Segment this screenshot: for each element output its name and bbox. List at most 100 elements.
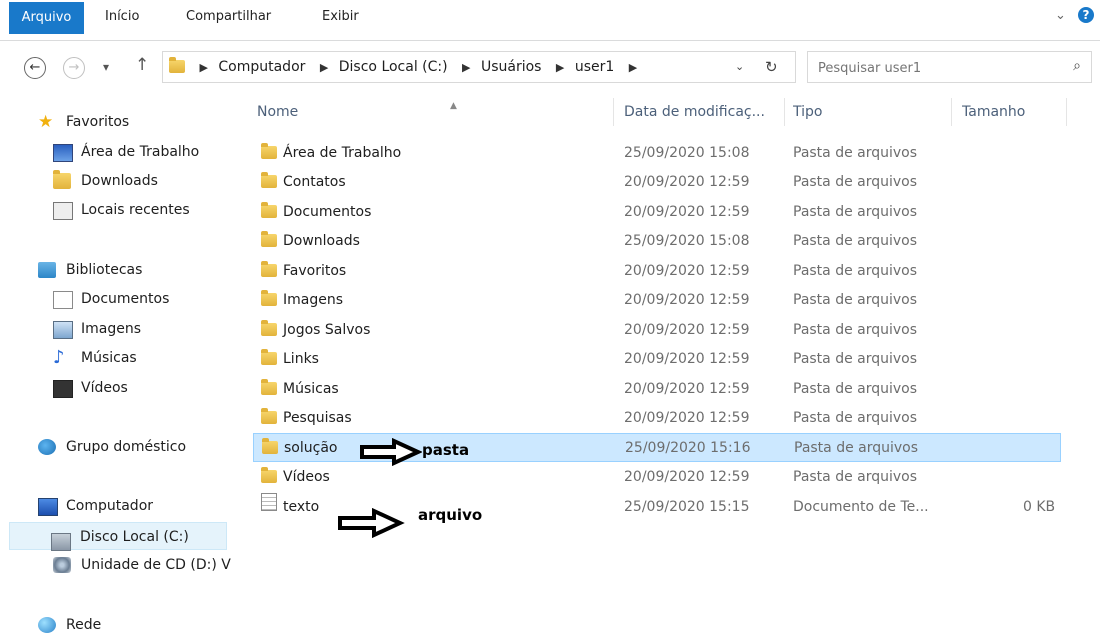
file-date: 25/09/2020 15:16 xyxy=(625,440,751,456)
column-divider[interactable] xyxy=(613,98,614,126)
file-type: Pasta de arquivos xyxy=(793,292,918,308)
documents-folder-icon xyxy=(261,202,277,218)
file-name: texto xyxy=(283,499,320,515)
tab-compartilhar[interactable]: Compartilhar xyxy=(186,0,271,36)
text-file-icon xyxy=(261,493,277,511)
file-name: Contatos xyxy=(283,174,346,190)
address-bar[interactable]: ▶ Computador ▶ Disco Local (C:) ▶ Usuári… xyxy=(162,51,796,83)
table-row[interactable]: Contatos 20/09/2020 12:59 Pasta de arqui… xyxy=(253,168,1061,197)
sidebar-item-label: Grupo doméstico xyxy=(66,439,187,455)
chevron-right-icon[interactable]: ▶ xyxy=(462,61,470,74)
file-type: Pasta de arquivos xyxy=(793,322,918,338)
sidebar-item-label: Imagens xyxy=(81,321,142,337)
breadcrumb-usuarios[interactable]: Usuários xyxy=(481,59,542,75)
folder-icon xyxy=(262,438,278,454)
table-row[interactable]: Downloads 25/09/2020 15:08 Pasta de arqu… xyxy=(253,227,1061,256)
sidebar-item-label: Músicas xyxy=(81,350,137,366)
help-icon[interactable]: ? xyxy=(1078,7,1094,23)
file-date: 20/09/2020 12:59 xyxy=(624,381,750,397)
annotation-pasta: pasta xyxy=(422,441,470,459)
sidebar-item-label: Rede xyxy=(66,617,102,633)
column-divider[interactable] xyxy=(784,98,785,126)
file-date: 20/09/2020 12:59 xyxy=(624,204,750,220)
cd-drive-icon xyxy=(53,557,71,573)
file-type: Pasta de arquivos xyxy=(793,410,918,426)
breadcrumb: ▶ Computador ▶ Disco Local (C:) ▶ Usuári… xyxy=(169,52,643,82)
table-row[interactable]: Pesquisas 20/09/2020 12:59 Pasta de arqu… xyxy=(253,404,1061,433)
table-row[interactable]: Favoritos 20/09/2020 12:59 Pasta de arqu… xyxy=(253,257,1061,286)
column-divider[interactable] xyxy=(1066,98,1067,126)
breadcrumb-user1[interactable]: user1 xyxy=(575,59,614,75)
file-date: 25/09/2020 15:15 xyxy=(624,499,750,515)
up-button[interactable]: ↑ xyxy=(135,55,149,75)
file-date: 20/09/2020 12:59 xyxy=(624,469,750,485)
tab-inicio[interactable]: Início xyxy=(105,0,139,36)
sidebar-item-label: Computador xyxy=(66,498,154,514)
table-row[interactable]: Músicas 20/09/2020 12:59 Pasta de arquiv… xyxy=(253,375,1061,404)
sort-ascending-icon: ▲ xyxy=(450,101,457,111)
document-icon xyxy=(53,291,73,309)
hard-drive-icon xyxy=(51,533,71,551)
file-date: 20/09/2020 12:59 xyxy=(624,263,750,279)
forward-button[interactable]: → xyxy=(63,57,85,79)
file-date: 25/09/2020 15:08 xyxy=(624,145,750,161)
chevron-right-icon[interactable]: ▶ xyxy=(556,61,564,74)
file-type: Pasta de arquivos xyxy=(793,174,918,190)
chevron-right-icon[interactable]: ▶ xyxy=(320,61,328,74)
table-row[interactable]: Vídeos 20/09/2020 12:59 Pasta de arquivo… xyxy=(253,463,1061,492)
table-row[interactable]: Área de Trabalho 25/09/2020 15:08 Pasta … xyxy=(253,139,1061,168)
file-type: Pasta de arquivos xyxy=(793,233,918,249)
column-header-tamanho[interactable]: Tamanho xyxy=(962,95,1062,129)
column-header-data[interactable]: Data de modificaç... xyxy=(624,95,784,129)
file-name: Área de Trabalho xyxy=(283,145,402,161)
film-icon xyxy=(53,380,73,398)
table-row[interactable]: Imagens 20/09/2020 12:59 Pasta de arquiv… xyxy=(253,286,1061,315)
desktop-icon xyxy=(53,144,73,162)
file-type: Pasta de arquivos xyxy=(793,263,918,279)
back-button[interactable]: ← xyxy=(24,57,46,79)
arrow-right-icon xyxy=(338,508,405,538)
file-type: Pasta de arquivos xyxy=(793,351,918,367)
file-date: 20/09/2020 12:59 xyxy=(624,292,750,308)
search-icon[interactable]: ⌕ xyxy=(1073,58,1081,74)
tab-exibir[interactable]: Exibir xyxy=(322,0,359,36)
downloads-folder-icon xyxy=(53,170,71,189)
navigation-bar: ← → ▾ ↑ ▶ Computador ▶ Disco Local (C:) … xyxy=(0,41,1100,93)
table-row[interactable]: Jogos Salvos 20/09/2020 12:59 Pasta de a… xyxy=(253,316,1061,345)
column-header-tipo[interactable]: Tipo xyxy=(793,95,943,129)
search-box: ⌕ xyxy=(807,51,1092,83)
column-header-nome[interactable]: Nome ▲ xyxy=(257,95,597,129)
table-row[interactable]: Documentos 20/09/2020 12:59 Pasta de arq… xyxy=(253,198,1061,227)
arrow-right-icon xyxy=(360,438,422,466)
expand-ribbon-icon[interactable]: ⌄ xyxy=(1055,8,1066,23)
tab-arquivo[interactable]: Arquivo xyxy=(9,2,84,34)
file-name: Links xyxy=(283,351,319,367)
pictures-folder-icon xyxy=(261,290,277,306)
column-divider[interactable] xyxy=(951,98,952,126)
file-date: 20/09/2020 12:59 xyxy=(624,322,750,338)
breadcrumb-disco-local[interactable]: Disco Local (C:) xyxy=(339,59,448,75)
search-input[interactable] xyxy=(816,56,1050,80)
file-name: solução xyxy=(284,440,338,456)
file-date: 25/09/2020 15:08 xyxy=(624,233,750,249)
table-row[interactable]: Links 20/09/2020 12:59 Pasta de arquivos xyxy=(253,345,1061,374)
desktop-folder-icon xyxy=(261,143,277,159)
file-name: Imagens xyxy=(283,292,344,308)
chevron-right-icon[interactable]: ▶ xyxy=(199,61,207,74)
breadcrumb-computador[interactable]: Computador xyxy=(218,59,305,75)
chevron-down-icon[interactable]: ⌄ xyxy=(735,52,744,82)
file-type: Pasta de arquivos xyxy=(794,440,919,456)
file-type: Pasta de arquivos xyxy=(793,469,918,485)
recent-locations-icon[interactable]: ▾ xyxy=(103,60,109,74)
sidebar-item-label: Unidade de CD (D:) V xyxy=(81,557,231,573)
searches-folder-icon xyxy=(261,408,277,424)
sidebar-item-disco-local[interactable]: Disco Local (C:) xyxy=(9,522,227,551)
file-name: Vídeos xyxy=(283,469,330,485)
homegroup-icon xyxy=(38,439,56,455)
favorites-folder-icon xyxy=(261,261,277,277)
chevron-right-icon[interactable]: ▶ xyxy=(629,61,637,74)
downloads-folder-icon xyxy=(261,231,277,247)
file-list: Nome ▲ Data de modificaç... Tipo Tamanho… xyxy=(233,95,1100,638)
sidebar-item-label: Locais recentes xyxy=(81,202,190,218)
refresh-icon[interactable]: ↻ xyxy=(765,52,778,82)
